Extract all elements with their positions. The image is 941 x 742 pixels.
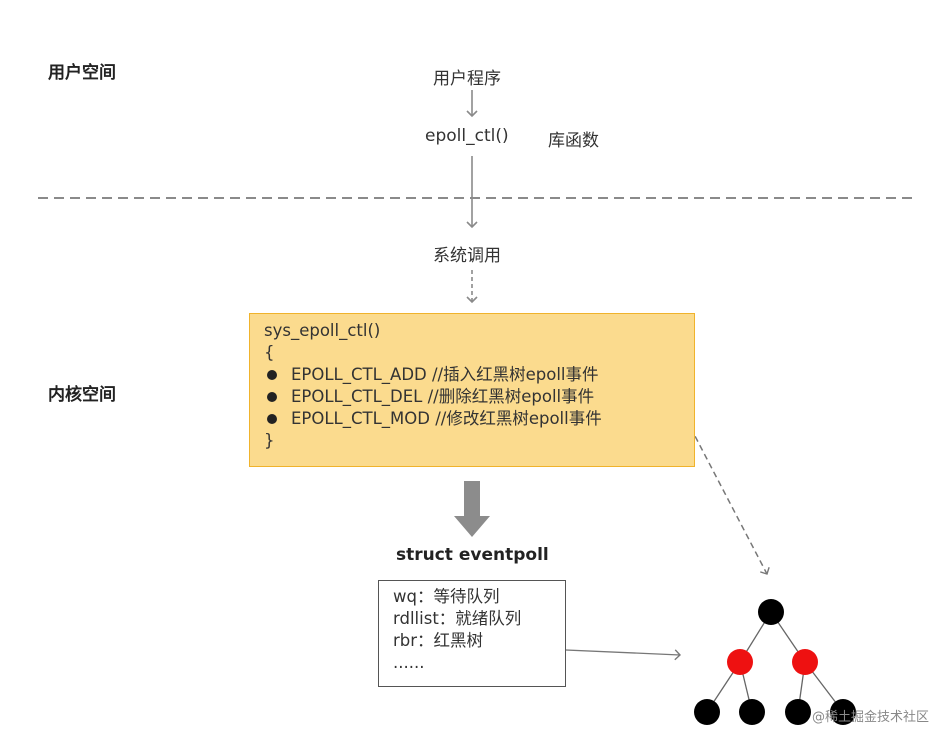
struct-field-rbr: rbr：红黑树 [393,631,484,650]
bullet-icon [267,392,277,402]
tree-node-red-left [727,649,753,675]
struct-field-rdllist: rdllist：就绪队列 [393,609,522,628]
tree-node-root [758,599,784,625]
watermark: @稀土掘金技术社区 [812,710,930,725]
sys-epoll-ctl-box: sys_epoll_ctl() { EPOLL_CTL_ADD //插入红黑树e… [249,313,695,467]
ctl-close-brace: } [264,431,275,450]
ctl-item-add: EPOLL_CTL_ADD //插入红黑树epoll事件 [264,364,680,386]
tree-node-leaf-3 [785,699,811,725]
ctl-item-del: EPOLL_CTL_DEL //删除红黑树epoll事件 [264,386,680,408]
tree-node-red-right [792,649,818,675]
ctl-open-brace: { [264,343,275,362]
ctl-item-mod: EPOLL_CTL_MOD //修改红黑树epoll事件 [264,408,680,430]
struct-title: struct eventpoll [396,545,549,565]
struct-field-more: ...... [393,653,425,672]
thick-down-arrow [454,481,490,537]
tree-node-leaf-1 [694,699,720,725]
struct-eventpoll-box: wq：等待队列 rdllist：就绪队列 rbr：红黑树 ...... [378,580,566,687]
struct-field-wq: wq：等待队列 [393,587,500,606]
bullet-icon [267,370,277,380]
tree-node-leaf-2 [739,699,765,725]
ctl-signature: sys_epoll_ctl() [264,321,381,340]
bullet-icon [267,414,277,424]
